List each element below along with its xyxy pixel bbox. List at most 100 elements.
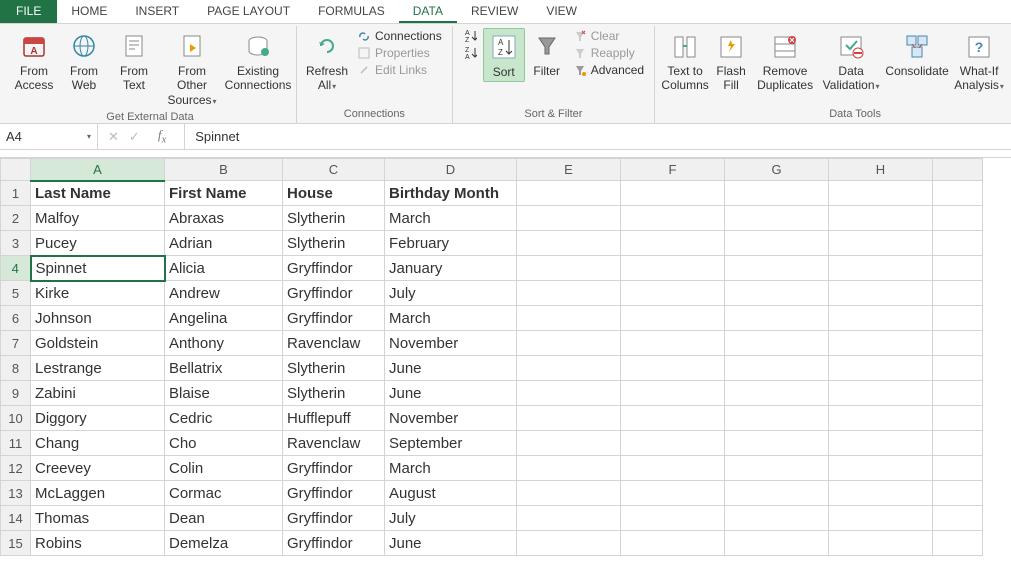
cell[interactable]: Gryffindor bbox=[283, 456, 385, 481]
cell[interactable] bbox=[725, 281, 829, 306]
cell[interactable] bbox=[725, 456, 829, 481]
cell[interactable]: Abraxas bbox=[165, 206, 283, 231]
data-validation-button[interactable]: Data Validation▾ bbox=[819, 28, 883, 95]
cell[interactable] bbox=[933, 181, 983, 206]
consolidate-button[interactable]: Consolidate bbox=[885, 28, 949, 80]
fx-icon[interactable]: fx bbox=[150, 127, 174, 146]
cell[interactable]: Spinnet bbox=[31, 256, 165, 281]
cell[interactable]: January bbox=[385, 256, 517, 281]
cell[interactable] bbox=[621, 231, 725, 256]
cell[interactable] bbox=[933, 456, 983, 481]
cell[interactable] bbox=[517, 381, 621, 406]
cell[interactable]: Malfoy bbox=[31, 206, 165, 231]
cell[interactable]: Cedric bbox=[165, 406, 283, 431]
cell[interactable] bbox=[829, 356, 933, 381]
column-header-E[interactable]: E bbox=[517, 159, 621, 181]
tab-file[interactable]: FILE bbox=[0, 0, 57, 23]
clear-button[interactable]: Clear bbox=[569, 28, 648, 44]
cell[interactable] bbox=[517, 331, 621, 356]
from-access-button[interactable]: A From Access bbox=[10, 28, 58, 95]
row-header[interactable]: 11 bbox=[1, 431, 31, 456]
cell[interactable] bbox=[829, 306, 933, 331]
cell[interactable]: Hufflepuff bbox=[283, 406, 385, 431]
filter-button[interactable]: Filter bbox=[527, 28, 567, 80]
cell[interactable]: House bbox=[283, 181, 385, 206]
row-header[interactable]: 1 bbox=[1, 181, 31, 206]
cell[interactable]: March bbox=[385, 206, 517, 231]
cell[interactable]: June bbox=[385, 356, 517, 381]
cell[interactable] bbox=[725, 256, 829, 281]
cell[interactable] bbox=[517, 406, 621, 431]
cell[interactable]: Ravenclaw bbox=[283, 431, 385, 456]
cell[interactable] bbox=[933, 506, 983, 531]
row-header[interactable]: 10 bbox=[1, 406, 31, 431]
cell[interactable] bbox=[621, 281, 725, 306]
tab-view[interactable]: VIEW bbox=[532, 0, 591, 23]
cell[interactable]: March bbox=[385, 306, 517, 331]
cell[interactable] bbox=[829, 331, 933, 356]
reapply-button[interactable]: Reapply bbox=[569, 45, 648, 61]
cell[interactable]: Adrian bbox=[165, 231, 283, 256]
cell[interactable] bbox=[829, 231, 933, 256]
cell[interactable]: Thomas bbox=[31, 506, 165, 531]
cell[interactable]: First Name bbox=[165, 181, 283, 206]
cell[interactable] bbox=[829, 431, 933, 456]
cell[interactable] bbox=[517, 481, 621, 506]
cell[interactable] bbox=[517, 531, 621, 556]
text-to-columns-button[interactable]: Text to Columns bbox=[661, 28, 709, 95]
cell[interactable] bbox=[517, 431, 621, 456]
cell[interactable]: Colin bbox=[165, 456, 283, 481]
formula-input[interactable]: Spinnet bbox=[185, 129, 249, 144]
cell[interactable] bbox=[933, 256, 983, 281]
cell[interactable] bbox=[621, 531, 725, 556]
cell[interactable] bbox=[933, 381, 983, 406]
tab-insert[interactable]: INSERT bbox=[121, 0, 193, 23]
cell[interactable]: Robins bbox=[31, 531, 165, 556]
cell[interactable] bbox=[517, 231, 621, 256]
cell[interactable] bbox=[621, 181, 725, 206]
cell[interactable]: Gryffindor bbox=[283, 306, 385, 331]
row-header[interactable]: 8 bbox=[1, 356, 31, 381]
cell[interactable] bbox=[621, 406, 725, 431]
cell[interactable] bbox=[829, 181, 933, 206]
row-header[interactable]: 9 bbox=[1, 381, 31, 406]
properties-button[interactable]: Properties bbox=[353, 45, 446, 61]
cell[interactable] bbox=[829, 456, 933, 481]
cell[interactable]: Anthony bbox=[165, 331, 283, 356]
cell[interactable] bbox=[621, 456, 725, 481]
cell[interactable] bbox=[621, 381, 725, 406]
cell[interactable] bbox=[517, 356, 621, 381]
name-box[interactable]: A4▾ bbox=[0, 124, 98, 149]
row-header[interactable]: 14 bbox=[1, 506, 31, 531]
row-header[interactable]: 12 bbox=[1, 456, 31, 481]
sort-button[interactable]: AZ Sort bbox=[483, 28, 525, 82]
column-header-F[interactable]: F bbox=[621, 159, 725, 181]
sort-az-button[interactable]: AZ bbox=[459, 28, 481, 44]
tab-formulas[interactable]: FORMULAS bbox=[304, 0, 399, 23]
cell[interactable] bbox=[725, 206, 829, 231]
cell[interactable]: Demelza bbox=[165, 531, 283, 556]
cell[interactable]: June bbox=[385, 381, 517, 406]
cell[interactable] bbox=[517, 456, 621, 481]
column-header-A[interactable]: A bbox=[31, 159, 165, 181]
cell[interactable] bbox=[621, 206, 725, 231]
cell[interactable]: Gryffindor bbox=[283, 506, 385, 531]
cell[interactable]: November bbox=[385, 406, 517, 431]
cell[interactable] bbox=[725, 531, 829, 556]
cell[interactable] bbox=[933, 481, 983, 506]
cell[interactable]: Kirke bbox=[31, 281, 165, 306]
cell[interactable]: Diggory bbox=[31, 406, 165, 431]
cancel-icon[interactable]: ✕ bbox=[108, 129, 119, 145]
column-header-D[interactable]: D bbox=[385, 159, 517, 181]
cell[interactable] bbox=[725, 431, 829, 456]
cell[interactable] bbox=[829, 381, 933, 406]
column-header-C[interactable]: C bbox=[283, 159, 385, 181]
cell[interactable] bbox=[725, 381, 829, 406]
cell[interactable]: Slytherin bbox=[283, 206, 385, 231]
cell[interactable]: July bbox=[385, 506, 517, 531]
from-other-sources-button[interactable]: From Other Sources▾ bbox=[160, 28, 224, 109]
cell[interactable] bbox=[933, 306, 983, 331]
row-header[interactable]: 2 bbox=[1, 206, 31, 231]
cell[interactable] bbox=[621, 481, 725, 506]
cell[interactable] bbox=[621, 256, 725, 281]
